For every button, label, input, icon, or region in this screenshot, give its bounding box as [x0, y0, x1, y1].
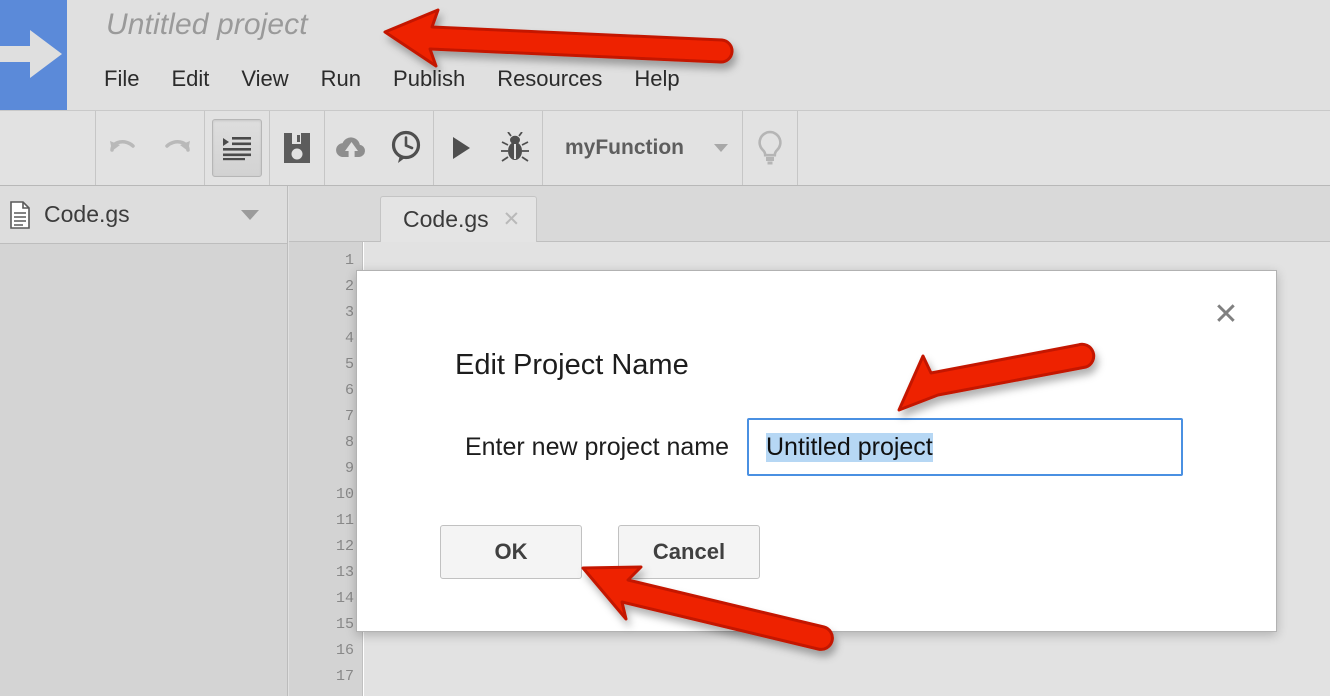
right-arrow-logo-icon	[0, 30, 62, 78]
close-icon[interactable]: ✕	[503, 209, 521, 230]
page-title[interactable]: Untitled project	[106, 8, 308, 42]
indent-format-button-surface	[212, 119, 262, 177]
clock-history-icon	[391, 130, 421, 163]
menu-item-file[interactable]: File	[104, 64, 155, 94]
editor-tabstrip: Code.gs ✕	[289, 186, 1330, 242]
gutter-line: 3	[344, 304, 354, 321]
toolbar: myFunction	[0, 110, 1330, 186]
toolbar-group-run	[434, 111, 543, 185]
dialog-button-row: OK Cancel	[440, 525, 760, 579]
toolbar-group-format	[205, 111, 270, 185]
toolbar-group-deploy	[325, 111, 434, 185]
project-name-input[interactable]: Untitled project	[747, 418, 1183, 476]
gutter-line: 16	[335, 642, 354, 659]
menu-item-help[interactable]: Help	[634, 64, 695, 94]
toolbar-group-history	[96, 111, 205, 185]
apps-script-editor-window: Untitled project File Edit View Run Publ…	[0, 0, 1330, 696]
sidebar-item-label: Code.gs	[44, 201, 130, 227]
lightbulb-icon	[758, 130, 782, 165]
gutter-line: 14	[335, 590, 354, 607]
tab-label: Code.gs	[403, 206, 489, 232]
gutter-line: 12	[335, 538, 354, 555]
function-selector-value: myFunction	[565, 136, 684, 159]
history-button[interactable]	[379, 111, 433, 185]
menu-item-view[interactable]: View	[241, 64, 304, 94]
gutter-line: 2	[344, 278, 354, 295]
undo-icon	[110, 140, 135, 152]
menu-item-run[interactable]: Run	[321, 64, 377, 94]
debug-bug-icon	[501, 132, 529, 162]
save-floppy-icon	[284, 133, 310, 163]
menu-item-edit[interactable]: Edit	[171, 64, 225, 94]
gutter-line: 8	[344, 434, 354, 451]
project-name-input-value: Untitled project	[766, 432, 933, 462]
app-logo-block	[0, 0, 67, 110]
gutter-line: 17	[335, 668, 354, 685]
function-selector[interactable]: myFunction	[543, 111, 743, 185]
gutter-line: 13	[335, 564, 354, 581]
gutter-line: 10	[335, 486, 354, 503]
gutter-line: 6	[344, 382, 354, 399]
menubar: File Edit View Run Publish Resources Hel…	[104, 64, 696, 94]
deploy-button[interactable]	[325, 111, 379, 185]
redo-icon	[165, 140, 190, 152]
indent-format-icon	[223, 137, 251, 161]
toolbar-group-hint	[743, 111, 798, 185]
toolbar-group-save	[270, 111, 325, 185]
editor-gutter: 1 2 3 4 5 6 7 8 9 10 11 12 13 14 15 16 1…	[289, 242, 363, 696]
gutter-line: 15	[335, 616, 354, 633]
undo-button[interactable]	[96, 111, 150, 185]
toolbar-left-spacer	[0, 111, 96, 185]
project-name-label: Enter new project name	[464, 432, 729, 461]
debug-button[interactable]	[488, 111, 542, 185]
menu-item-publish[interactable]: Publish	[393, 64, 481, 94]
gutter-line: 4	[344, 330, 354, 347]
edit-project-name-dialog: ✕ Edit Project Name Enter new project na…	[356, 270, 1277, 632]
header: Untitled project File Edit View Run Publ…	[0, 0, 1330, 110]
chevron-down-icon[interactable]	[241, 209, 259, 220]
file-document-icon	[10, 200, 30, 229]
cloud-upload-icon	[336, 137, 365, 158]
gutter-line: 5	[344, 356, 354, 373]
indent-format-button[interactable]	[205, 111, 269, 185]
save-button[interactable]	[270, 111, 324, 185]
tab-code-gs[interactable]: Code.gs ✕	[380, 196, 538, 242]
gutter-line: 1	[344, 252, 354, 269]
close-icon[interactable]: ✕	[1209, 298, 1243, 332]
project-name-field-row: Enter new project name Untitled project	[451, 418, 1231, 476]
hint-button[interactable]	[743, 111, 797, 185]
gutter-line: 7	[344, 408, 354, 425]
redo-button[interactable]	[150, 111, 204, 185]
cancel-button[interactable]: Cancel	[618, 525, 760, 579]
file-sidebar: Code.gs	[0, 186, 288, 696]
dialog-title: Edit Project Name	[455, 349, 689, 381]
ok-button[interactable]: OK	[440, 525, 582, 579]
run-button[interactable]	[434, 111, 488, 185]
menu-item-resources[interactable]: Resources	[497, 64, 618, 94]
sidebar-item-code-gs[interactable]: Code.gs	[0, 186, 287, 244]
run-play-icon	[453, 137, 470, 159]
gutter-line: 9	[344, 460, 354, 477]
chevron-down-icon	[714, 144, 728, 152]
gutter-line: 11	[335, 512, 354, 529]
